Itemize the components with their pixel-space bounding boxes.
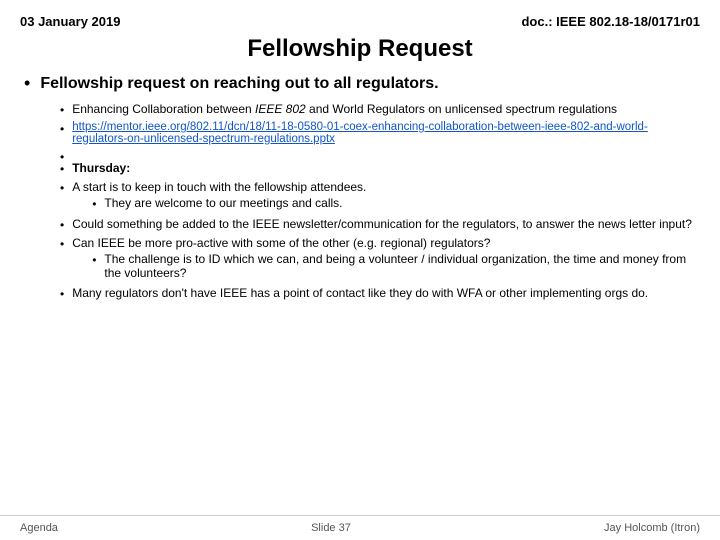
bullet-text: Thursday: xyxy=(72,161,130,175)
list-item: • Thursday: xyxy=(60,161,696,176)
footer-center: Slide 37 xyxy=(311,522,351,534)
bullet-icon: • xyxy=(60,162,64,176)
list-item: • Many regulators don't have IEEE has a … xyxy=(60,286,696,301)
sub-sub-list: • They are welcome to our meetings and c… xyxy=(72,196,366,211)
bullet-icon: • xyxy=(60,287,64,301)
main-bullet-item: • Fellowship request on reaching out to … xyxy=(24,75,696,94)
list-item: • https://mentor.ieee.org/802.11/dcn/18/… xyxy=(60,121,696,145)
bullet-icon: • xyxy=(60,218,64,232)
footer: Agenda Slide 37 Jay Holcomb (Itron) xyxy=(0,515,720,540)
list-item: • Can IEEE be more pro-active with some … xyxy=(60,236,696,282)
bullet-icon: • xyxy=(92,197,96,211)
main-bullet-text: Fellowship request on reaching out to al… xyxy=(40,75,438,93)
bullet-icon: • xyxy=(60,237,64,251)
sub-sub-list: • The challenge is to ID which we can, a… xyxy=(72,252,696,280)
header-doc: doc.: IEEE 802.18-18/0171r01 xyxy=(521,14,700,29)
list-item: • A start is to keep in touch with the f… xyxy=(60,180,696,213)
bullet-icon: • xyxy=(60,103,64,117)
bullet-text: Can IEEE be more pro-active with some of… xyxy=(72,236,490,250)
main-content: • Fellowship request on reaching out to … xyxy=(0,75,720,301)
bullet-icon: • xyxy=(60,122,64,136)
sub-sub-list-item: • They are welcome to our meetings and c… xyxy=(92,196,366,211)
link[interactable]: https://mentor.ieee.org/802.11/dcn/18/11… xyxy=(72,121,696,145)
bullet-text-container: A start is to keep in touch with the fel… xyxy=(72,180,366,213)
bullet-text: A start is to keep in touch with the fel… xyxy=(72,180,366,194)
page-title: Fellowship Request xyxy=(0,35,720,63)
bullet-icon: • xyxy=(92,253,96,267)
list-item-empty: • xyxy=(60,149,696,157)
sub-bullet-text: They are welcome to our meetings and cal… xyxy=(104,196,342,210)
bullet-text: Many regulators don't have IEEE has a po… xyxy=(72,286,648,300)
footer-right: Jay Holcomb (Itron) xyxy=(604,522,700,534)
footer-left: Agenda xyxy=(20,522,58,534)
list-item: • Enhancing Collaboration between IEEE 8… xyxy=(60,102,696,117)
bullet-icon: • xyxy=(60,181,64,195)
bullet-text-container: Can IEEE be more pro-active with some of… xyxy=(72,236,696,282)
list-item: • Could something be added to the IEEE n… xyxy=(60,217,696,232)
header-date: 03 January 2019 xyxy=(20,14,120,29)
sub-bullet-list: • Enhancing Collaboration between IEEE 8… xyxy=(24,102,696,301)
sub-sub-list-item: • The challenge is to ID which we can, a… xyxy=(92,252,696,280)
main-bullet-dot: • xyxy=(24,73,30,94)
bullet-text: Could something be added to the IEEE new… xyxy=(72,217,692,231)
sub-bullet-text: The challenge is to ID which we can, and… xyxy=(104,252,696,280)
bullet-text: Enhancing Collaboration between IEEE 802… xyxy=(72,102,617,116)
